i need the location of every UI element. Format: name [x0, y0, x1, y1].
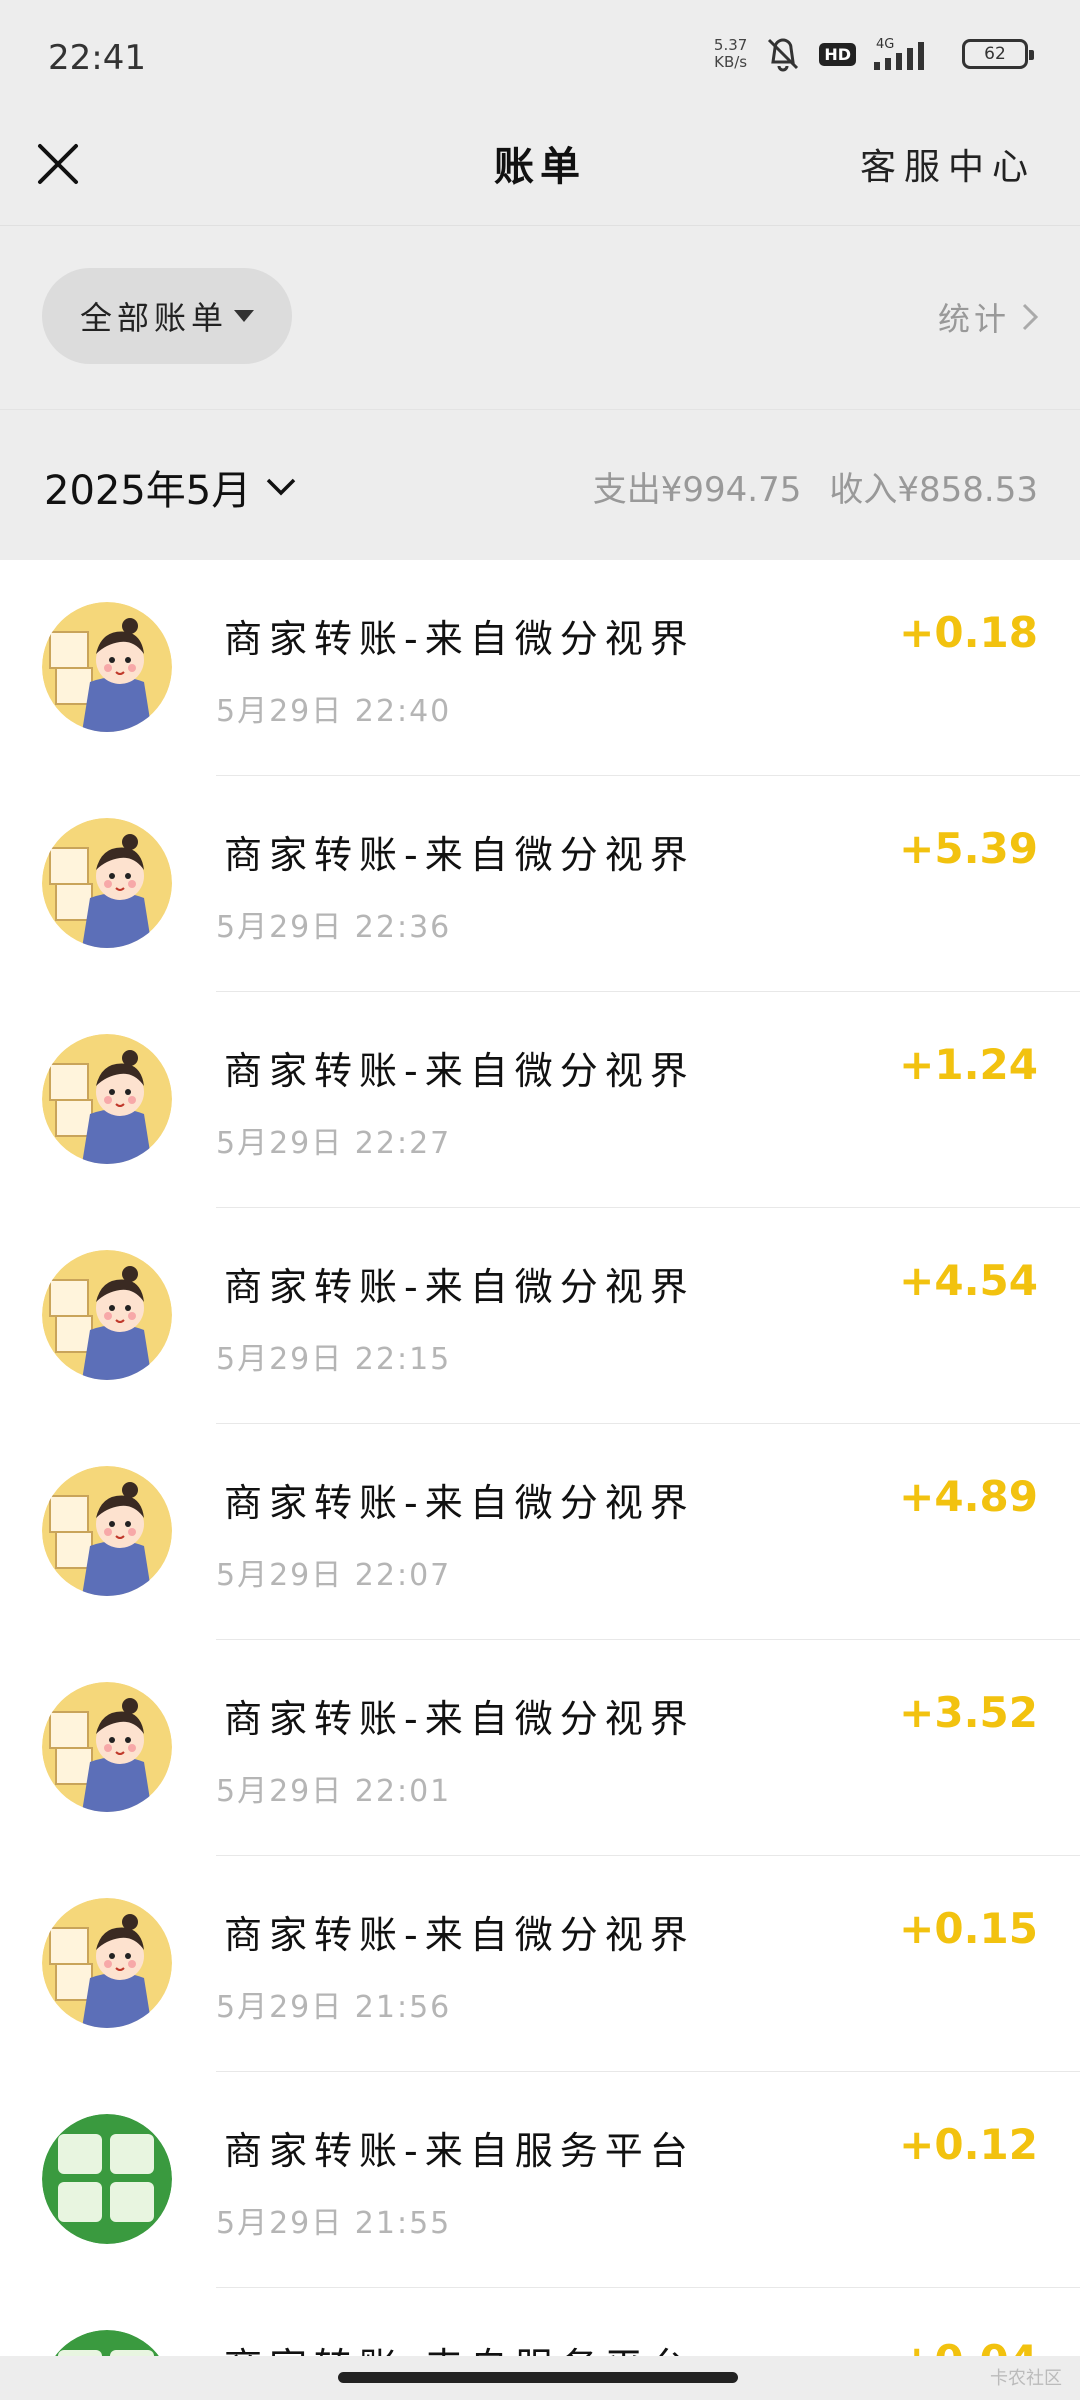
bill-time: 5月29日 22:36	[216, 910, 452, 945]
status-time: 22:41	[48, 38, 146, 78]
cartoon-scholar-avatar	[42, 1898, 172, 2028]
bill-list-item[interactable]: 商家转账-来自微分视界 5月29日 21:56 +0.15	[0, 1856, 1080, 2072]
bill-type-dropdown[interactable]: 全部账单	[42, 268, 292, 364]
merchant-avatar	[42, 1682, 172, 1812]
statistics-label: 统计	[937, 300, 1010, 338]
statistics-link[interactable]: 统计	[938, 294, 1040, 340]
chevron-right-icon	[1022, 303, 1039, 331]
status-icons: 5.37 KB/s HD 4G 62	[713, 36, 1034, 72]
bill-title: 商家转账-来自服务平台	[224, 2129, 695, 2173]
bill-time: 5月29日 21:56	[216, 1990, 452, 2025]
chevron-down-icon	[267, 478, 296, 496]
bill-time: 5月29日 22:40	[216, 694, 452, 729]
bill-title: 商家转账-来自微分视界	[224, 1049, 695, 1093]
merchant-avatar	[42, 1898, 172, 2028]
bill-list-item[interactable]: 商家转账-来自微分视界 5月29日 22:15 +4.54	[0, 1208, 1080, 1424]
bill-list-item[interactable]: 商家转账-来自微分视界 5月29日 22:40 +0.18	[0, 560, 1080, 776]
customer-service-link[interactable]: 客服中心	[860, 138, 1036, 190]
bill-time: 5月29日 22:01	[216, 1774, 452, 1809]
battery-icon: 62	[962, 39, 1034, 69]
bill-title: 商家转账-来自微分视界	[224, 617, 695, 661]
bill-amount: +1.24	[899, 1040, 1038, 1089]
cartoon-scholar-avatar	[42, 1034, 172, 1164]
cartoon-scholar-avatar	[42, 818, 172, 948]
bill-time: 5月29日 22:07	[216, 1558, 452, 1593]
merchant-avatar	[42, 818, 172, 948]
bill-list-item[interactable]: 商家转账-来自服务平台 5月29日 21:55 +0.12	[0, 2072, 1080, 2288]
home-bar: 卡农社区	[0, 2356, 1080, 2400]
bill-title: 商家转账-来自微分视界	[224, 1265, 695, 1309]
bill-amount: +3.52	[899, 1688, 1038, 1737]
bill-time: 5月29日 21:55	[216, 2206, 452, 2241]
home-indicator[interactable]	[338, 2372, 738, 2383]
bill-amount: +0.18	[899, 608, 1038, 657]
hd-badge: HD	[819, 42, 856, 66]
income-total: 收入¥858.53	[829, 470, 1038, 510]
status-bar: 22:41 5.37 KB/s HD 4G 62	[0, 0, 1080, 110]
bill-amount: +4.54	[899, 1256, 1038, 1305]
signal-icon: 4G	[874, 37, 924, 70]
network-speed: 5.37 KB/s	[713, 36, 748, 71]
bill-list-item[interactable]: 商家转账-来自微分视界 5月29日 22:36 +5.39	[0, 776, 1080, 992]
cartoon-scholar-avatar	[42, 1466, 172, 1596]
bill-title: 商家转账-来自微分视界	[224, 1913, 695, 1957]
bill-time: 5月29日 22:15	[216, 1342, 452, 1377]
mute-icon	[768, 38, 799, 72]
cartoon-scholar-avatar	[42, 1250, 172, 1380]
merchant-avatar	[42, 1466, 172, 1596]
cartoon-scholar-avatar	[42, 1682, 172, 1812]
svg-text:4G: 4G	[876, 37, 894, 52]
month-label: 2025年5月	[44, 468, 252, 514]
bill-amount: +0.12	[899, 2120, 1038, 2169]
month-summary: 2025年5月 支出¥994.75 收入¥858.53	[0, 410, 1080, 560]
bill-type-label: 全部账单	[80, 299, 229, 337]
merchant-avatar	[42, 1034, 172, 1164]
bill-list-item[interactable]: 商家转账-来自微分视界 5月29日 22:27 +1.24	[0, 992, 1080, 1208]
bill-title: 商家转账-来自微分视界	[224, 833, 695, 877]
expense-total: 支出¥994.75	[592, 470, 802, 510]
merchant-avatar	[42, 602, 172, 732]
bill-list-item[interactable]: 商家转账-来自服务平台 +0.04	[0, 2288, 1080, 2360]
caret-down-icon	[234, 310, 255, 322]
watermark: 卡农社区	[990, 2368, 1062, 2389]
bill-title: 商家转账-来自微分视界	[224, 1481, 695, 1525]
merchant-avatar	[42, 2114, 172, 2244]
bill-list-item[interactable]: 商家转账-来自微分视界 5月29日 22:01 +3.52	[0, 1640, 1080, 1856]
bill-list-item[interactable]: 商家转账-来自微分视界 5月29日 22:07 +4.89	[0, 1424, 1080, 1640]
month-picker[interactable]: 2025年5月	[44, 458, 297, 516]
bill-time: 5月29日 22:27	[216, 1126, 452, 1161]
merchant-avatar	[42, 1250, 172, 1380]
cartoon-scholar-avatar	[42, 602, 172, 732]
bill-amount: +4.89	[899, 1472, 1038, 1521]
green-logo-avatar	[42, 2114, 172, 2244]
nav-bar: 账单 客服中心	[0, 110, 1080, 226]
bill-title: 商家转账-来自微分视界	[224, 1697, 695, 1741]
bill-list: 商家转账-来自微分视界 5月29日 22:40 +0.18 商家转账-来自微分视…	[0, 560, 1080, 2360]
bill-amount: +0.15	[899, 1904, 1038, 1953]
bill-amount: +5.39	[899, 824, 1038, 873]
month-totals: 支出¥994.75 收入¥858.53	[593, 462, 1038, 511]
filter-bar: 全部账单 统计	[0, 226, 1080, 410]
